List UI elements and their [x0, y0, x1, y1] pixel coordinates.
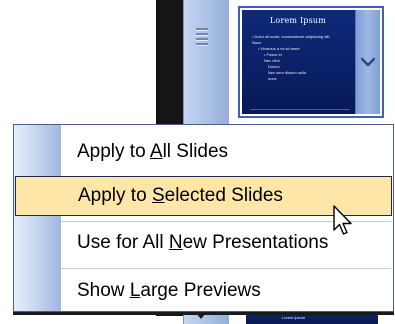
thumbnail-body: • Dolor sit amet, consectetuer adipiscin… — [252, 34, 352, 82]
menu-item-label: Apply to All Slides — [77, 141, 229, 162]
thumbnail-footer-rule — [250, 109, 350, 110]
mouse-pointer-icon — [333, 205, 352, 235]
menu-item-apply-all-slides[interactable]: Apply to All Slides — [15, 132, 392, 172]
scroll-down-arrow-icon[interactable] — [196, 313, 206, 319]
menu-item-label: Apply to Selected Slides — [78, 185, 283, 206]
slide-design-pane: Lorem Ipsum • Dolor sit amet, consectetu… — [0, 0, 395, 324]
thumbnail-line: nunc — [268, 76, 277, 81]
scroll-grip-icon[interactable] — [196, 28, 208, 50]
design-thumbnail-preview: Lorem Ipsum • Dolor sit amet, consectetu… — [242, 10, 380, 114]
menu-item-label: Use for All New Presentations — [77, 232, 329, 253]
next-thumbnail-text: Lorem ipsum — [282, 315, 306, 320]
menu-item-label: Show Large Previews — [77, 280, 261, 301]
chevron-down-icon — [361, 57, 375, 67]
menu-separator — [61, 268, 391, 269]
menu-item-show-large-previews[interactable]: Show Large Previews — [15, 271, 392, 311]
design-thumbnail[interactable]: Lorem Ipsum • Dolor sit amet, consectetu… — [238, 6, 384, 118]
thumbnail-dropdown-button[interactable] — [355, 10, 380, 114]
thumbnail-title: Lorem Ipsum — [269, 16, 327, 25]
